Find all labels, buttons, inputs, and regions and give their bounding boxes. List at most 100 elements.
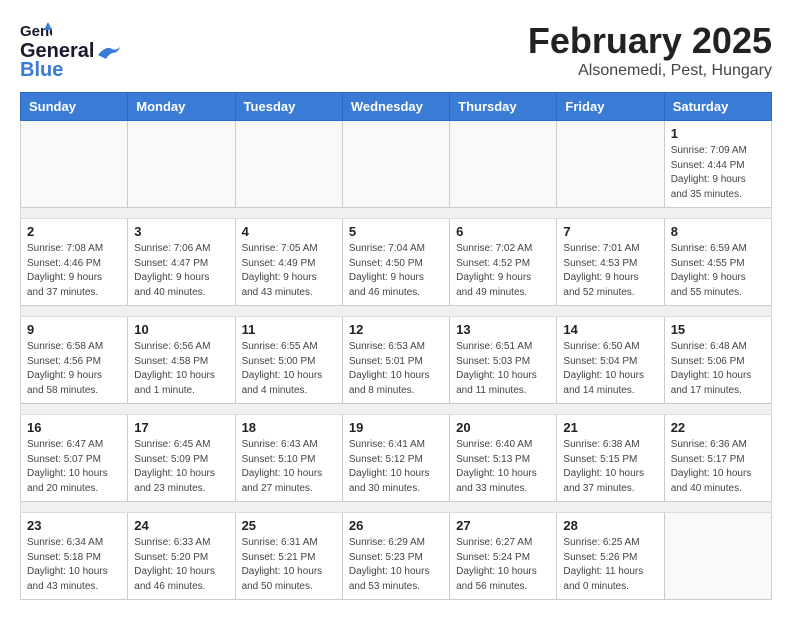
day-info: Sunrise: 6:53 AM Sunset: 5:01 PM Dayligh…	[349, 340, 443, 398]
day-info: Sunrise: 7:02 AM Sunset: 4:52 PM Dayligh…	[456, 242, 550, 300]
day-info: Sunrise: 6:43 AM Sunset: 5:10 PM Dayligh…	[242, 438, 336, 496]
calendar-cell: 10 Sunrise: 6:56 AM Sunset: 4:58 PM Dayli…	[128, 317, 235, 404]
calendar-week-row: 23 Sunrise: 6:34 AM Sunset: 5:18 PM Dayli…	[21, 513, 772, 600]
day-number: 3	[134, 224, 228, 239]
day-info: Sunrise: 6:27 AM Sunset: 5:24 PM Dayligh…	[456, 536, 550, 594]
day-number: 16	[27, 420, 121, 435]
day-number: 25	[242, 518, 336, 533]
calendar-week-row: 9Sunrise: 6:58 AM Sunset: 4:56 PM Daylig…	[21, 317, 772, 404]
day-number: 8	[671, 224, 765, 239]
calendar-cell: 11 Sunrise: 6:55 AM Sunset: 5:00 PM Dayli…	[235, 317, 342, 404]
calendar-cell: 24Sunrise: 6:33 AM Sunset: 5:20 PM Dayli…	[128, 513, 235, 600]
calendar-header-row: SundayMondayTuesdayWednesdayThursdayFrid…	[21, 93, 772, 121]
calendar-week-row: 2Sunrise: 7:08 AM Sunset: 4:46 PM Daylig…	[21, 219, 772, 306]
day-info: Sunrise: 6:58 AM Sunset: 4:56 PM Dayligh…	[27, 340, 121, 398]
location: Alsonemedi, Pest, Hungary	[528, 62, 772, 80]
day-number: 26	[349, 518, 443, 533]
spacer-cell	[21, 208, 772, 219]
logo-icon: General	[20, 20, 52, 42]
calendar-cell: 8 Sunrise: 6:59 AM Sunset: 4:55 PM Daylig…	[664, 219, 771, 306]
day-info: Sunrise: 6:36 AM Sunset: 5:17 PM Dayligh…	[671, 438, 765, 496]
day-number: 22	[671, 420, 765, 435]
day-info: Sunrise: 6:48 AM Sunset: 5:06 PM Dayligh…	[671, 340, 765, 398]
day-number: 20	[456, 420, 550, 435]
day-info: Sunrise: 6:47 AM Sunset: 5:07 PM Dayligh…	[27, 438, 121, 496]
calendar-cell: 12 Sunrise: 6:53 AM Sunset: 5:01 PM Dayli…	[342, 317, 449, 404]
day-info: Sunrise: 6:51 AM Sunset: 5:03 PM Dayligh…	[456, 340, 550, 398]
day-info: Sunrise: 7:01 AM Sunset: 4:53 PM Dayligh…	[563, 242, 657, 300]
calendar-cell: 14Sunrise: 6:50 AM Sunset: 5:04 PM Dayli…	[557, 317, 664, 404]
day-info: Sunrise: 6:41 AM Sunset: 5:12 PM Dayligh…	[349, 438, 443, 496]
day-info: Sunrise: 6:29 AM Sunset: 5:23 PM Dayligh…	[349, 536, 443, 594]
calendar-cell: 22 Sunrise: 6:36 AM Sunset: 5:17 PM Dayli…	[664, 415, 771, 502]
day-number: 17	[134, 420, 228, 435]
day-number: 10	[134, 322, 228, 337]
row-spacer	[21, 208, 772, 219]
day-info: Sunrise: 6:56 AM Sunset: 4:58 PM Dayligh…	[134, 340, 228, 398]
calendar-cell: 7 Sunrise: 7:01 AM Sunset: 4:53 PM Daylig…	[557, 219, 664, 306]
spacer-cell	[21, 502, 772, 513]
calendar-cell: 13Sunrise: 6:51 AM Sunset: 5:03 PM Dayli…	[450, 317, 557, 404]
calendar-cell: 2Sunrise: 7:08 AM Sunset: 4:46 PM Daylig…	[21, 219, 128, 306]
logo: General General Blue	[20, 20, 120, 82]
calendar-cell: 16 Sunrise: 6:47 AM Sunset: 5:07 PM Dayli…	[21, 415, 128, 502]
calendar-cell	[128, 121, 235, 208]
day-number: 5	[349, 224, 443, 239]
spacer-cell	[21, 306, 772, 317]
day-info: Sunrise: 6:38 AM Sunset: 5:15 PM Dayligh…	[563, 438, 657, 496]
day-number: 23	[27, 518, 121, 533]
title-block: February 2025 Alsonemedi, Pest, Hungary	[528, 20, 772, 80]
calendar-cell: 1Sunrise: 7:09 AM Sunset: 4:44 PM Daylig…	[664, 121, 771, 208]
calendar-cell: 25 Sunrise: 6:31 AM Sunset: 5:21 PM Dayli…	[235, 513, 342, 600]
calendar-week-row: 16 Sunrise: 6:47 AM Sunset: 5:07 PM Dayli…	[21, 415, 772, 502]
calendar-cell: 23 Sunrise: 6:34 AM Sunset: 5:18 PM Dayli…	[21, 513, 128, 600]
calendar-cell: 5 Sunrise: 7:04 AM Sunset: 4:50 PM Daylig…	[342, 219, 449, 306]
calendar-cell	[21, 121, 128, 208]
calendar-cell: 27Sunrise: 6:27 AM Sunset: 5:24 PM Dayli…	[450, 513, 557, 600]
day-info: Sunrise: 6:40 AM Sunset: 5:13 PM Dayligh…	[456, 438, 550, 496]
calendar-cell: 6 Sunrise: 7:02 AM Sunset: 4:52 PM Daylig…	[450, 219, 557, 306]
weekday-header-tuesday: Tuesday	[235, 93, 342, 121]
day-info: Sunrise: 7:04 AM Sunset: 4:50 PM Dayligh…	[349, 242, 443, 300]
calendar-cell	[342, 121, 449, 208]
day-info: Sunrise: 6:31 AM Sunset: 5:21 PM Dayligh…	[242, 536, 336, 594]
weekday-header-sunday: Sunday	[21, 93, 128, 121]
weekday-header-thursday: Thursday	[450, 93, 557, 121]
calendar-cell: 4 Sunrise: 7:05 AM Sunset: 4:49 PM Daylig…	[235, 219, 342, 306]
day-number: 7	[563, 224, 657, 239]
day-info: Sunrise: 7:09 AM Sunset: 4:44 PM Dayligh…	[671, 144, 765, 202]
day-info: Sunrise: 7:05 AM Sunset: 4:49 PM Dayligh…	[242, 242, 336, 300]
day-info: Sunrise: 6:33 AM Sunset: 5:20 PM Dayligh…	[134, 536, 228, 594]
row-spacer	[21, 306, 772, 317]
day-number: 14	[563, 322, 657, 337]
calendar-week-row: 1Sunrise: 7:09 AM Sunset: 4:44 PM Daylig…	[21, 121, 772, 208]
calendar-cell	[664, 513, 771, 600]
weekday-header-monday: Monday	[128, 93, 235, 121]
day-number: 19	[349, 420, 443, 435]
calendar-cell: 17 Sunrise: 6:45 AM Sunset: 5:09 PM Dayli…	[128, 415, 235, 502]
weekday-header-saturday: Saturday	[664, 93, 771, 121]
calendar-cell: 18Sunrise: 6:43 AM Sunset: 5:10 PM Dayli…	[235, 415, 342, 502]
calendar: SundayMondayTuesdayWednesdayThursdayFrid…	[20, 92, 772, 600]
day-number: 12	[349, 322, 443, 337]
calendar-cell: 3Sunrise: 7:06 AM Sunset: 4:47 PM Daylig…	[128, 219, 235, 306]
day-number: 6	[456, 224, 550, 239]
day-info: Sunrise: 6:45 AM Sunset: 5:09 PM Dayligh…	[134, 438, 228, 496]
calendar-cell: 9Sunrise: 6:58 AM Sunset: 4:56 PM Daylig…	[21, 317, 128, 404]
calendar-cell: 21 Sunrise: 6:38 AM Sunset: 5:15 PM Dayli…	[557, 415, 664, 502]
day-number: 4	[242, 224, 336, 239]
row-spacer	[21, 502, 772, 513]
weekday-header-friday: Friday	[557, 93, 664, 121]
day-number: 2	[27, 224, 121, 239]
page-header: General General Blue February 2025 Alson…	[20, 20, 772, 82]
day-info: Sunrise: 6:34 AM Sunset: 5:18 PM Dayligh…	[27, 536, 121, 594]
weekday-header-wednesday: Wednesday	[342, 93, 449, 121]
day-info: Sunrise: 6:55 AM Sunset: 5:00 PM Dayligh…	[242, 340, 336, 398]
day-number: 11	[242, 322, 336, 337]
day-info: Sunrise: 6:59 AM Sunset: 4:55 PM Dayligh…	[671, 242, 765, 300]
day-number: 21	[563, 420, 657, 435]
calendar-cell: 26 Sunrise: 6:29 AM Sunset: 5:23 PM Dayli…	[342, 513, 449, 600]
calendar-cell	[450, 121, 557, 208]
row-spacer	[21, 404, 772, 415]
calendar-cell	[557, 121, 664, 208]
